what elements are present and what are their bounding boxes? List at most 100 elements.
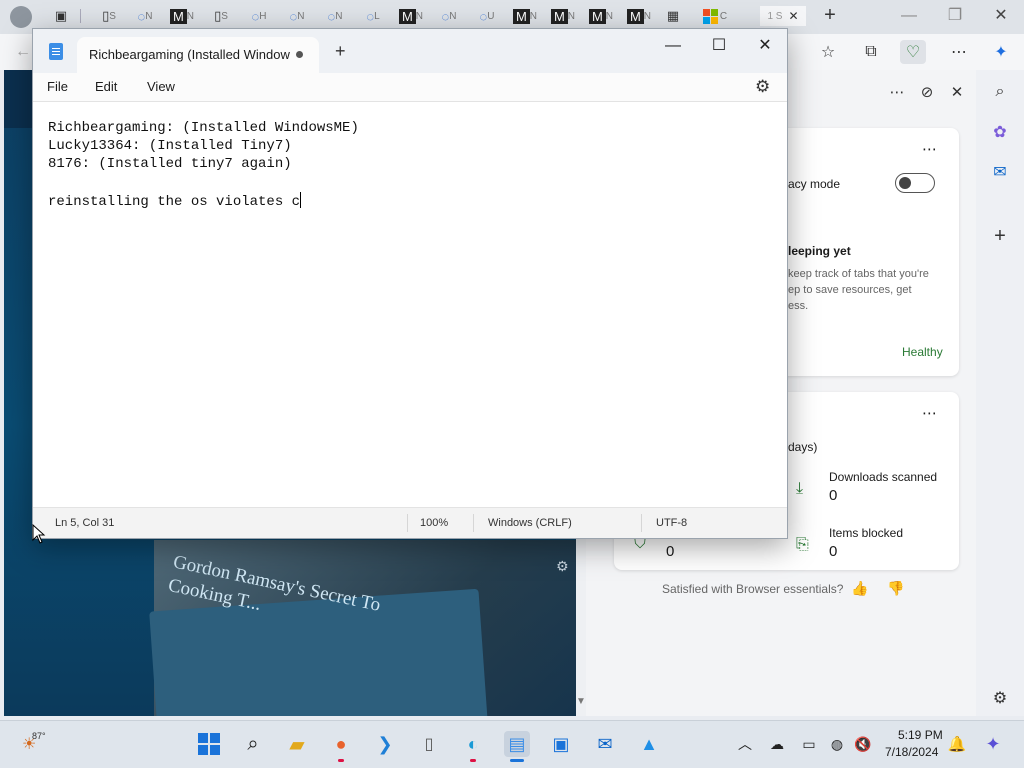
notepad-close-button[interactable]: ✕ [745,33,785,61]
tab-label: S [221,10,228,22]
text-editor-area[interactable]: Richbeargaming: (Installed WindowsME) Lu… [33,101,787,507]
clock-time[interactable]: 5:19 PM [898,728,943,742]
loading-spinner-icon: ◌ [441,8,450,24]
browser-tab[interactable]: C [698,6,732,26]
notepad-window: Richbeargaming (Installed Window + — ☐ ✕… [32,28,788,539]
copilot-taskbar-icon[interactable]: ✦ [980,731,1006,757]
tab-label: U [487,10,495,22]
notepad-tab[interactable]: Richbeargaming (Installed Window [77,37,319,73]
sleeping-tabs-desc-2: ep to save resources, get [788,284,912,296]
notepad-minimize-button[interactable]: — [653,33,693,61]
add-tab-button[interactable]: + [335,42,346,60]
notepad-tab-title: Richbeargaming (Installed Window [89,47,290,62]
outlook-new-icon[interactable]: ✉ [592,731,618,757]
sidebar-settings-icon[interactable]: ⚙ [988,686,1012,710]
menu-edit[interactable]: Edit [95,79,117,94]
browser-tab[interactable]: ◌ N [130,6,160,26]
browser-essentials-icon[interactable]: ♡ [900,40,926,64]
browser-tab[interactable]: ◌ N [432,6,466,26]
settings-gear-icon[interactable]: ⚙ [556,558,569,575]
loading-spinner-icon: ◌ [327,8,336,24]
vscode-icon[interactable]: ❯ [372,731,398,757]
restore-button[interactable]: ❐ [940,6,970,28]
browser-tab[interactable]: MN [546,6,580,26]
browser-tab[interactable]: ▯ S [204,6,238,26]
browser-tab[interactable]: MN [166,6,198,26]
browser-tab[interactable]: ▦ [662,6,684,26]
close-panel-icon[interactable]: ✕ [945,80,969,104]
settings-gear-icon[interactable]: ⚙ [755,77,770,97]
clock-date[interactable]: 7/18/2024 [885,745,938,759]
page-icon: ▯ [214,8,222,23]
menu-file[interactable]: File [47,79,68,94]
file-explorer-icon[interactable]: ▰ [284,731,310,757]
line-ending: Windows (CRLF) [488,517,572,529]
new-tab-button[interactable]: + [818,4,842,28]
browser-tab[interactable]: ◌ N [280,6,314,26]
browser-tab[interactable]: ◌ H [242,6,276,26]
edge-icon[interactable]: ◐ [460,731,486,757]
browser-tab[interactable]: MN [622,6,656,26]
outlook-icon[interactable]: ✉ [988,160,1012,184]
profile-avatar[interactable] [10,6,32,28]
running-indicator [510,759,524,762]
onedrive-icon[interactable]: ☁ [764,731,790,757]
close-button[interactable]: ✕ [986,6,1016,28]
favorites-star-icon[interactable]: ☆ [815,40,841,64]
tab-label: N [186,10,195,22]
browser-tab[interactable]: ◌ L [356,6,390,26]
tab-label: N [415,10,424,22]
collections-icon[interactable]: ⧉ [858,40,884,64]
add-sidebar-app-icon[interactable]: + [988,224,1012,248]
card-more-icon[interactable]: ⋯ [922,404,937,422]
scroll-down-arrow-icon[interactable]: ▼ [576,696,586,707]
text-caret [300,192,302,208]
unsaved-indicator-icon[interactable] [296,51,303,58]
tab-label: N [529,10,538,22]
notepad-taskbar-icon[interactable]: ▤ [504,731,530,757]
display-icon[interactable]: ▭ [796,731,822,757]
sleeping-tabs-desc-3: ess. [788,300,809,312]
tab-label: H [259,10,267,22]
card-more-icon[interactable]: ⋯ [922,140,937,158]
browser-tab[interactable]: MN [584,6,618,26]
unpin-icon[interactable]: ⊘ [915,80,939,104]
tab-actions-icon[interactable]: ▣ [50,6,72,26]
browser-tab-active[interactable]: 1 S ✕ [760,6,806,26]
editor-line: Richbeargaming: (Installed WindowsME) [48,120,359,136]
privacy-mode-toggle[interactable] [895,173,935,193]
search-icon[interactable]: ⌕ [988,80,1012,104]
notepad-status-bar: Ln 5, Col 31 100% Windows (CRLF) UTF-8 [33,507,787,538]
browser-tab[interactable]: ◌ N [318,6,352,26]
mouse-app-icon[interactable]: ▯ [416,731,442,757]
show-hidden-icons-chevron-icon[interactable]: ︿ [732,731,758,757]
menu-view[interactable]: View [147,79,175,94]
microsoft-store-icon[interactable]: ▣ [548,731,574,757]
browser-tab[interactable]: MN [508,6,542,26]
more-options-icon[interactable]: ⋯ [885,80,909,104]
search-icon[interactable]: ⌕ [240,731,266,757]
sleeping-tabs-desc-1: keep track of tabs that you're [788,268,929,280]
notepad-maximize-button[interactable]: ☐ [699,33,739,61]
copilot-apps-icon[interactable]: ✿ [988,120,1012,144]
start-button-icon[interactable] [196,731,222,757]
thumbs-down-icon[interactable]: 👎 [887,580,904,597]
site-logo-icon: M [588,8,606,24]
network-icon[interactable]: ◍ [824,731,850,757]
encoding: UTF-8 [656,517,688,529]
photos-icon[interactable]: ▲ [636,731,662,757]
volume-muted-icon[interactable]: 🔇 [850,731,876,757]
more-options-icon[interactable]: ⋯ [946,40,972,64]
notification-bell-icon[interactable]: 🔔 [944,731,970,757]
notepad-title-bar[interactable]: Richbeargaming (Installed Window + — ☐ ✕ [33,29,787,73]
copilot-icon[interactable]: ✦ [988,40,1014,64]
loading-spinner-icon: ◌ [289,8,298,24]
minimize-button[interactable]: — [894,6,924,28]
close-icon[interactable]: ✕ [788,9,798,23]
browser-tab[interactable]: ◌ U [470,6,504,26]
browser-tab[interactable]: MN [394,6,428,26]
firefox-icon[interactable]: ● [328,731,354,757]
browser-tab[interactable]: ▯ S [92,6,126,26]
cursor-position: Ln 5, Col 31 [55,517,115,529]
thumbs-up-icon[interactable]: 👍 [851,580,868,597]
